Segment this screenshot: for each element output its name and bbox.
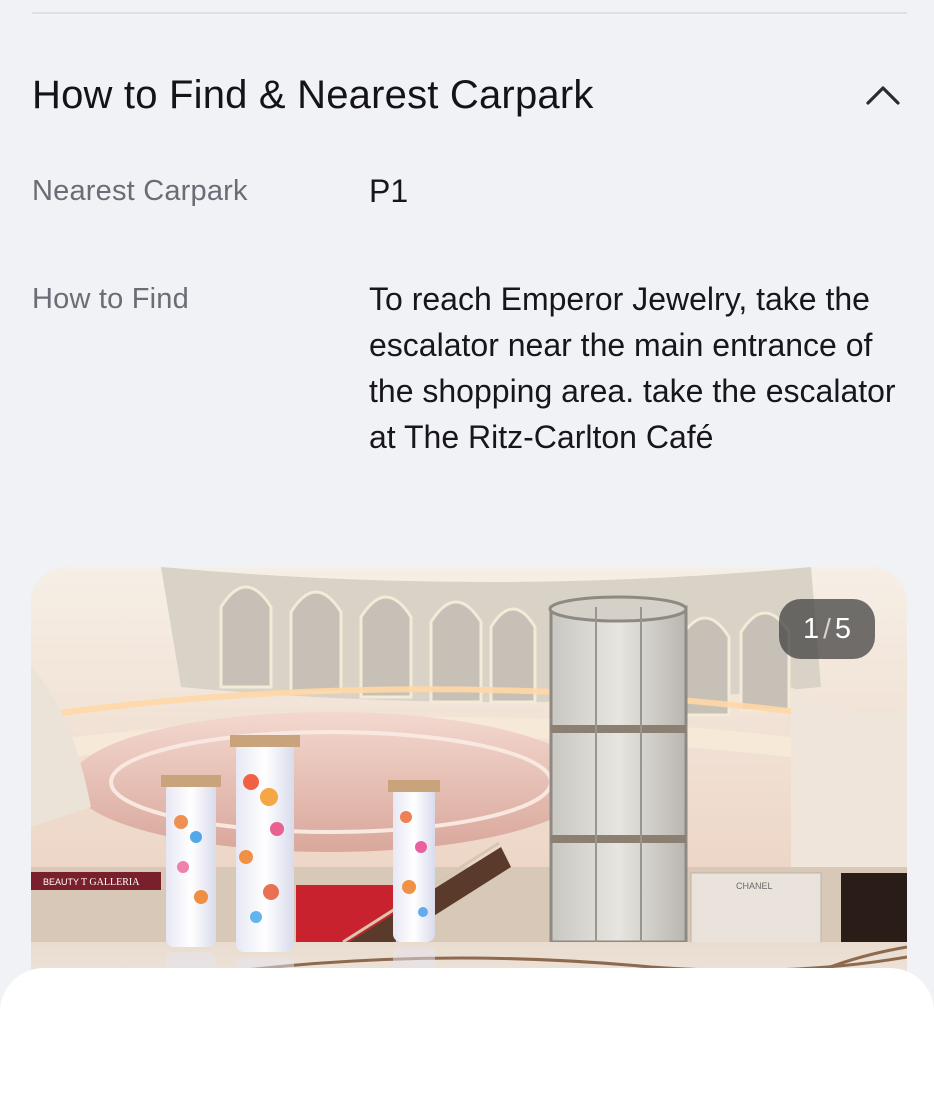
- sign-galleria: T GALLERIA: [81, 877, 140, 888]
- bottom-sheet-edge: [0, 968, 934, 1108]
- how-to-find-row: How to Find To reach Emperor Jewelry, ta…: [32, 276, 907, 460]
- gallery-total-count: 5: [834, 612, 852, 645]
- nearest-carpark-value: P1: [369, 173, 409, 209]
- nearest-carpark-label: Nearest Carpark: [32, 175, 248, 207]
- nearest-carpark-row: Nearest Carpark P1: [32, 168, 907, 214]
- how-to-find-text: To reach Emperor Jewelry, take the escal…: [369, 281, 896, 455]
- sign-beauty: BEAUTY: [43, 877, 79, 887]
- chevron-up-icon[interactable]: [863, 75, 903, 115]
- section-header-how-to-find[interactable]: How to Find & Nearest Carpark: [32, 60, 907, 130]
- gallery-page-counter: 1 / 5: [779, 599, 875, 659]
- image-gallery[interactable]: BEAUTY T GALLERIA CHANEL 1 / 5: [31, 567, 907, 1029]
- gallery-photo-mall-atrium[interactable]: BEAUTY T GALLERIA CHANEL: [31, 567, 907, 1029]
- sign-chanel: CHANEL: [736, 881, 773, 891]
- gallery-current-index: 1: [802, 612, 820, 645]
- how-to-find-label: How to Find: [32, 283, 189, 315]
- top-divider: [32, 12, 907, 14]
- counter-separator: /: [823, 613, 831, 644]
- section-title: How to Find & Nearest Carpark: [32, 72, 594, 117]
